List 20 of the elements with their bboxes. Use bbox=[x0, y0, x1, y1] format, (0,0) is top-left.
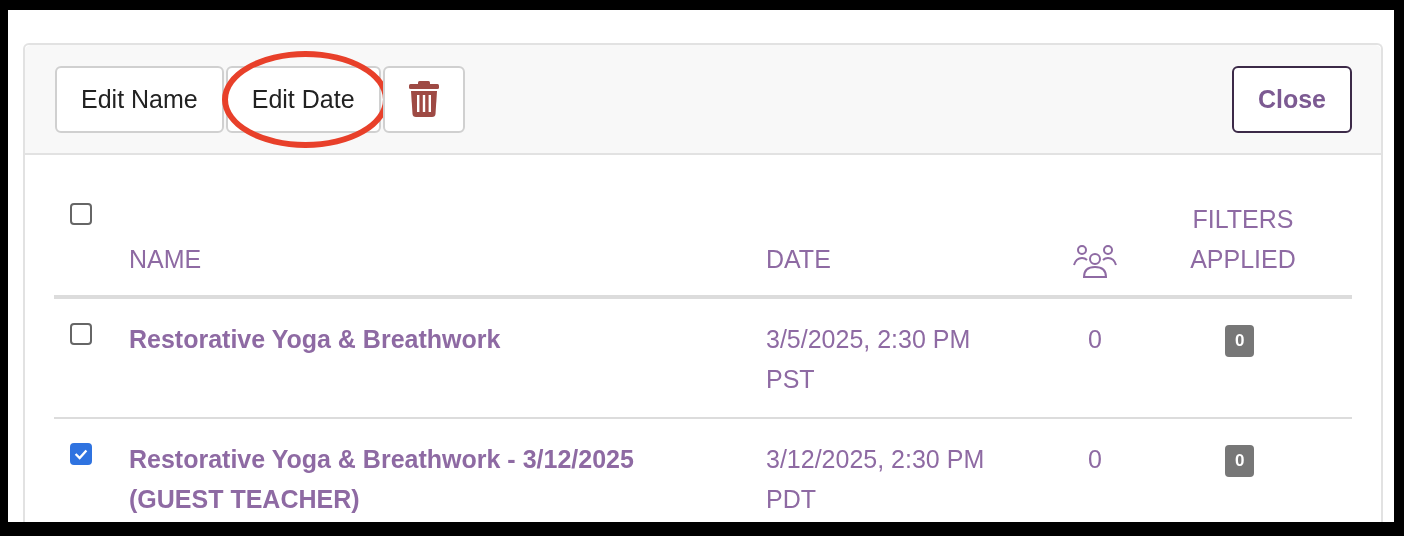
row-checkbox[interactable] bbox=[70, 323, 92, 345]
delete-button[interactable] bbox=[382, 65, 465, 133]
edit-button[interactable]: Edit Date bbox=[225, 65, 381, 133]
close-button[interactable]: Close bbox=[1231, 65, 1352, 133]
event-date: 3/5/2025, 2:30 PM PST bbox=[766, 324, 972, 395]
filters-count-badge: 0 bbox=[1225, 325, 1255, 357]
attendee-count: 0 bbox=[1088, 324, 1102, 355]
column-header: DATE bbox=[766, 244, 832, 275]
event-name-link[interactable]: Restorative Yoga & Breathwork bbox=[129, 319, 689, 359]
select-all-checkbox[interactable] bbox=[70, 203, 92, 225]
filters-count-badge: 0 bbox=[1225, 445, 1255, 477]
attendee-count: 0 bbox=[1088, 444, 1102, 475]
event-date: 3/12/2025, 2:30 PM PDT bbox=[766, 444, 986, 515]
column-header: FILTERS APPLIED bbox=[1189, 204, 1297, 275]
event-name-link[interactable]: Restorative Yoga & Breathwork - 3/12/2025 (GUEST TEACHER) bbox=[129, 439, 689, 519]
row-checkbox[interactable] bbox=[70, 443, 92, 465]
trash-icon bbox=[408, 81, 439, 117]
people-icon bbox=[1072, 243, 1118, 279]
edit-button[interactable]: Edit Name bbox=[55, 65, 224, 133]
column-header: NAME bbox=[129, 244, 203, 275]
